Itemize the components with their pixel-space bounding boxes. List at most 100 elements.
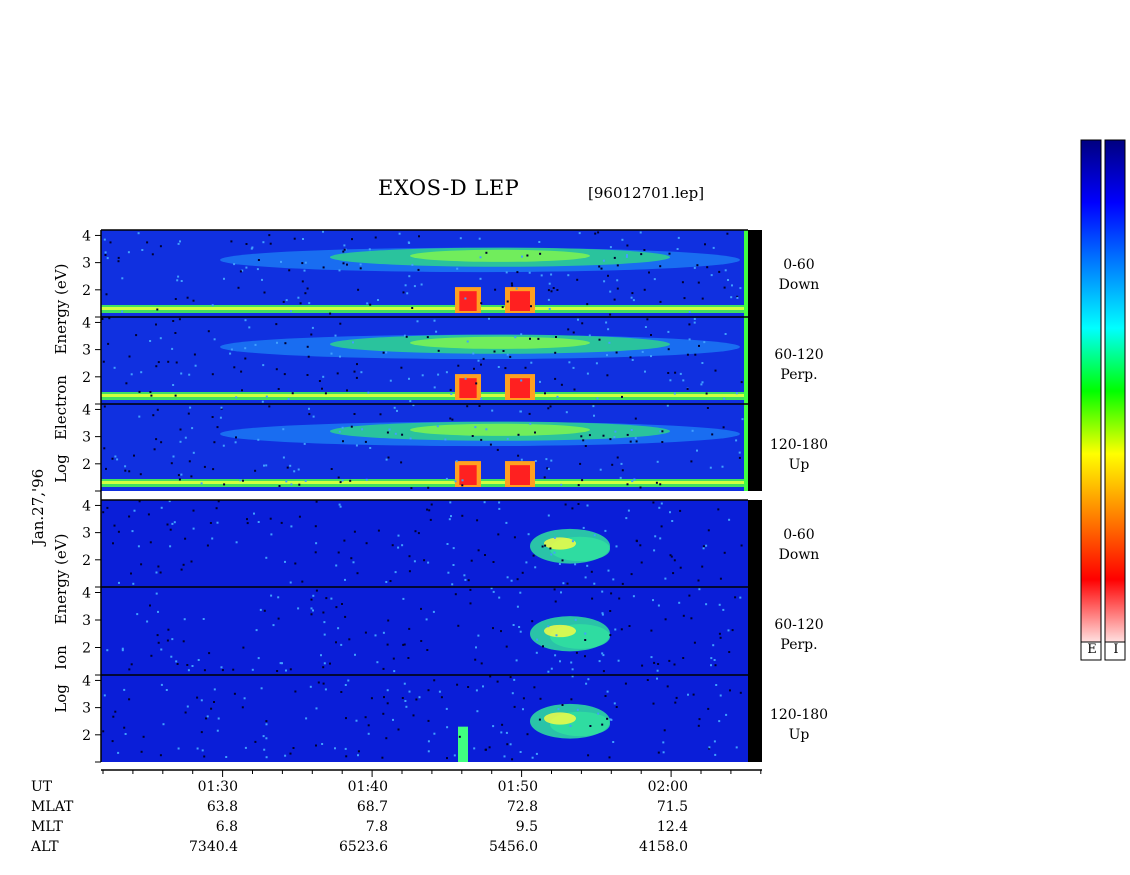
noise-speckle — [432, 610, 435, 613]
noise-speckle — [659, 483, 662, 486]
noise-speckle — [662, 751, 665, 754]
noise-speckle — [679, 372, 682, 375]
noise-speckle — [103, 447, 106, 450]
noise-speckle — [496, 448, 499, 451]
noise-speckle — [112, 542, 114, 545]
noise-speckle — [191, 665, 194, 667]
noise-speckle — [550, 273, 553, 276]
channel-label-i-down: 0-60 Down — [764, 525, 834, 565]
noise-speckle — [207, 330, 210, 333]
channel-dir: Perp. — [780, 367, 818, 383]
noise-speckle — [631, 292, 634, 295]
noise-speckle — [515, 287, 518, 290]
data-gap-strip — [748, 230, 762, 491]
noise-speckle — [184, 711, 187, 714]
noise-speckle — [317, 681, 320, 684]
noise-speckle — [703, 341, 706, 344]
noise-speckle — [355, 376, 358, 379]
noise-speckle — [426, 508, 429, 511]
noise-speckle — [276, 670, 279, 672]
noise-speckle — [171, 638, 174, 641]
noise-speckle — [477, 359, 480, 362]
edge-stripe — [744, 404, 748, 491]
noise-speckle — [159, 754, 162, 757]
noise-speckle — [664, 577, 667, 580]
noise-speckle — [140, 750, 143, 753]
noise-speckle — [304, 479, 307, 482]
noise-speckle — [461, 479, 464, 482]
noise-speckle — [174, 332, 177, 334]
noise-speckle — [725, 713, 728, 716]
noise-speckle — [408, 627, 411, 630]
noise-speckle — [576, 278, 579, 281]
noise-speckle — [342, 262, 345, 265]
noise-speckle — [697, 724, 700, 727]
noise-speckle — [609, 438, 612, 441]
noise-speckle — [727, 279, 729, 281]
noise-speckle — [254, 343, 257, 346]
noise-speckle — [433, 679, 436, 682]
noise-speckle — [518, 626, 521, 628]
noise-speckle — [169, 545, 172, 548]
noise-speckle — [718, 720, 721, 723]
noise-speckle — [423, 559, 426, 562]
noise-speckle — [290, 525, 293, 528]
noise-speckle — [541, 545, 544, 548]
noise-speckle — [293, 237, 296, 240]
noise-speckle — [437, 349, 440, 352]
noise-speckle — [574, 618, 577, 621]
low-energy-core — [101, 307, 748, 310]
noise-speckle — [106, 506, 109, 509]
noise-speckle — [660, 525, 663, 528]
noise-speckle — [269, 242, 272, 245]
noise-speckle — [220, 406, 223, 409]
noise-speckle — [347, 679, 350, 682]
noise-speckle — [235, 541, 238, 544]
noise-speckle — [337, 551, 340, 554]
noise-speckle — [702, 545, 705, 548]
noise-speckle — [561, 704, 564, 706]
noise-speckle — [294, 690, 297, 693]
noise-speckle — [104, 251, 107, 254]
noise-speckle — [324, 688, 327, 691]
noise-speckle — [478, 237, 481, 240]
noise-speckle — [291, 392, 294, 395]
noise-speckle — [157, 641, 160, 644]
noise-speckle — [433, 386, 436, 389]
noise-speckle — [166, 639, 169, 642]
noise-speckle — [433, 732, 436, 735]
noise-speckle — [223, 277, 225, 280]
noise-speckle — [408, 690, 411, 693]
noise-speckle — [130, 373, 133, 376]
noise-speckle — [167, 360, 170, 363]
noise-speckle — [718, 603, 721, 606]
noise-speckle — [466, 340, 469, 343]
noise-speckle — [180, 473, 183, 476]
noise-speckle — [723, 551, 726, 554]
noise-speckle — [211, 537, 214, 540]
noise-speckle — [619, 476, 622, 479]
noise-speckle — [160, 441, 163, 444]
noise-speckle — [180, 280, 183, 282]
noise-speckle — [524, 366, 527, 369]
noise-speckle — [520, 458, 523, 461]
ion-burst-peak — [544, 537, 576, 550]
noise-speckle — [597, 231, 600, 234]
noise-speckle — [420, 607, 422, 610]
noise-speckle — [672, 572, 675, 575]
noise-speckle — [589, 725, 592, 727]
noise-speckle — [476, 519, 479, 522]
noise-speckle — [528, 412, 531, 415]
noise-speckle — [338, 269, 341, 272]
noise-speckle — [306, 287, 309, 290]
noise-speckle — [498, 507, 501, 510]
noise-speckle — [398, 232, 401, 235]
noise-speckle — [714, 369, 717, 372]
noise-speckle — [593, 534, 596, 537]
noise-speckle — [156, 408, 159, 411]
noise-speckle — [437, 373, 440, 376]
noise-speckle — [676, 248, 679, 250]
noise-speckle — [608, 341, 611, 344]
noise-speckle — [607, 569, 610, 572]
burst-core — [459, 291, 477, 311]
